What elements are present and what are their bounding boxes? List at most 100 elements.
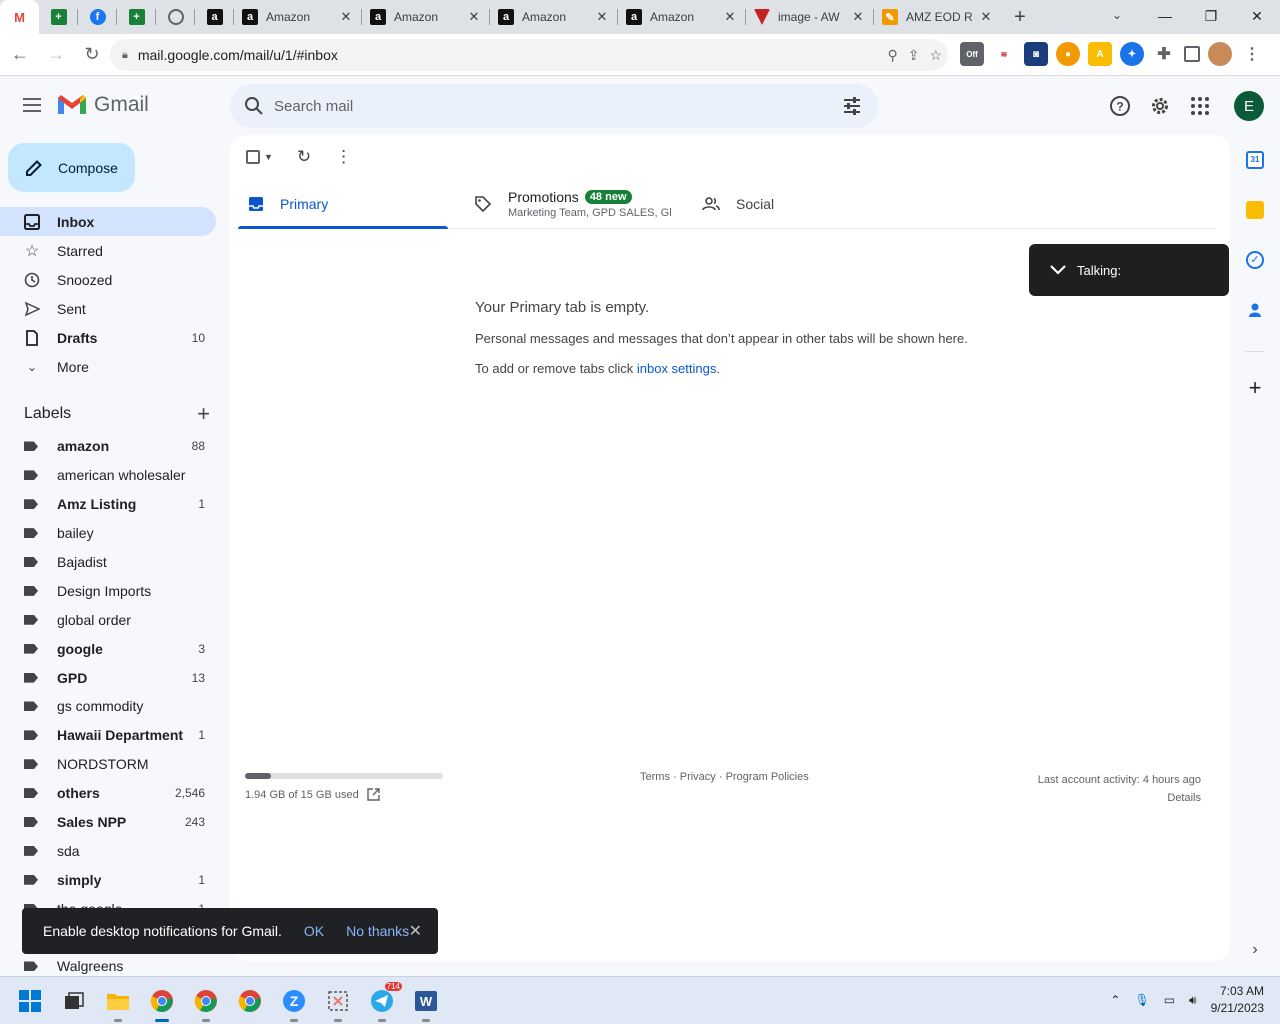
tab-amazon-2[interactable]: a Amazon ✕ (362, 0, 490, 34)
tab-globe[interactable] (156, 0, 195, 34)
back-button[interactable]: ← (4, 39, 36, 71)
label-item[interactable]: Sales NPP 243 (0, 808, 216, 837)
toast-no-thanks-button[interactable]: No thanks (346, 923, 409, 939)
terms-link[interactable]: Terms (640, 771, 670, 783)
telegram-icon[interactable]: 714 (366, 982, 402, 1022)
toast-ok-button[interactable]: OK (304, 923, 324, 939)
volume-icon[interactable]: 🔊︎ (1189, 993, 1197, 1008)
compose-button[interactable]: Compose (8, 143, 135, 192)
toast-close-icon[interactable]: ✕ (409, 921, 422, 941)
reload-button[interactable]: ↻ (76, 39, 108, 71)
tab-close-icon[interactable]: ✕ (594, 9, 610, 25)
microphone-icon[interactable]: 🎙︎ (1134, 993, 1149, 1007)
sidebar-item-snoozed[interactable]: Snoozed (0, 265, 216, 294)
tab-facebook[interactable]: f (78, 0, 117, 34)
apps-grid-icon[interactable] (1188, 94, 1212, 118)
zoom-app-icon[interactable]: Z (278, 985, 310, 1022)
network-icon[interactable]: ▭ (1164, 993, 1175, 1007)
new-tab-button[interactable]: + (1002, 0, 1038, 34)
close-window-button[interactable]: ✕ (1234, 0, 1280, 34)
label-item[interactable]: Bajadist (0, 548, 216, 577)
tab-close-icon[interactable]: ✕ (850, 9, 866, 25)
tab-close-icon[interactable]: ✕ (466, 9, 482, 25)
calendar-icon[interactable]: 31 (1246, 151, 1264, 169)
system-clock[interactable]: 7:03 AM 9/21/2023 (1211, 983, 1264, 1017)
restore-button[interactable]: ❐ (1188, 0, 1234, 34)
sidebar-item-more[interactable]: ⌄ More (0, 352, 216, 381)
label-item[interactable]: american wholesaler (0, 461, 216, 490)
keep-icon[interactable] (1246, 201, 1264, 219)
label-item[interactable]: sda (0, 836, 216, 865)
tab-close-icon[interactable]: ✕ (722, 9, 738, 25)
label-item[interactable]: Hawaii Department 1 (0, 721, 216, 750)
select-all-checkbox[interactable] (246, 150, 260, 164)
main-menu-icon[interactable] (18, 91, 46, 119)
label-item[interactable]: GPD 13 (0, 663, 216, 692)
tab-amazon-pinned[interactable]: a (195, 0, 234, 34)
search-bar[interactable] (230, 84, 878, 128)
tab-close-icon[interactable]: ✕ (978, 9, 994, 25)
extension-off-icon[interactable]: Off (960, 42, 984, 66)
tab-amazon-4[interactable]: a Amazon ✕ (618, 0, 746, 34)
task-view-icon[interactable] (58, 985, 90, 1017)
search-options-icon[interactable] (842, 96, 862, 116)
tab-amz-eod[interactable]: ✎ AMZ EOD R ✕ (874, 0, 1002, 34)
chrome-menu-icon[interactable]: ⋮ (1240, 42, 1264, 66)
chrome-taskbar-icon-3[interactable] (234, 985, 266, 1017)
create-label-plus-icon[interactable]: + (197, 403, 210, 425)
label-item[interactable]: others 2,546 (0, 779, 216, 808)
windows-start-icon[interactable] (14, 985, 46, 1017)
sidebar-item-starred[interactable]: ☆ Starred (0, 236, 216, 265)
tab-social[interactable]: Social (676, 179, 876, 228)
sidebar-item-drafts[interactable]: Drafts 10 (0, 323, 216, 352)
expand-chevron-icon[interactable]: › (1246, 941, 1264, 959)
details-link[interactable]: Details (1038, 789, 1201, 807)
chevron-down-icon[interactable] (1049, 264, 1067, 276)
extension-blue-icon[interactable]: ✦ (1120, 42, 1144, 66)
search-input[interactable] (274, 97, 814, 115)
extension-sale-icon[interactable]: ≋ (992, 42, 1016, 66)
label-item[interactable]: amazon 88 (0, 432, 216, 461)
extension-keepa-icon[interactable]: ◙ (1024, 42, 1048, 66)
label-item[interactable]: bailey (0, 519, 216, 548)
contacts-icon[interactable] (1246, 301, 1264, 319)
talking-indicator[interactable]: Talking: (1029, 244, 1229, 296)
label-item[interactable]: NORDSTORM (0, 750, 216, 779)
extension-orange-icon[interactable]: ● (1056, 42, 1080, 66)
select-dropdown-chevron-icon[interactable]: ▼ (264, 152, 273, 162)
file-explorer-icon[interactable] (102, 985, 134, 1022)
search-icon[interactable] (244, 96, 264, 116)
sidebar-item-inbox[interactable]: Inbox (0, 207, 216, 236)
label-item[interactable]: Walgreens (0, 952, 216, 975)
tab-sheets-1[interactable]: + (39, 0, 78, 34)
program-policies-link[interactable]: Program Policies (726, 771, 809, 783)
tasks-icon[interactable]: ✓ (1246, 251, 1264, 269)
gmail-logo[interactable]: Gmail (58, 93, 149, 117)
tab-primary[interactable]: Primary (238, 179, 448, 229)
snipping-tool-icon[interactable] (322, 985, 354, 1022)
account-avatar[interactable]: E (1234, 91, 1264, 121)
tab-gmail[interactable]: M (0, 0, 39, 34)
label-item[interactable]: Design Imports (0, 576, 216, 605)
open-external-icon[interactable] (367, 788, 380, 801)
sidebar-item-sent[interactable]: Sent (0, 294, 216, 323)
tab-promotions[interactable]: Promotions 48 new Marketing Team, GPD SA… (448, 179, 676, 228)
chrome-taskbar-icon-2[interactable] (190, 985, 222, 1022)
minimize-button[interactable]: — (1142, 0, 1188, 34)
tab-sheets-2[interactable]: + (117, 0, 156, 34)
inbox-settings-link[interactable]: inbox settings (637, 361, 717, 376)
privacy-link[interactable]: Privacy (680, 771, 716, 783)
label-item[interactable]: Amz Listing 1 (0, 490, 216, 519)
settings-gear-icon[interactable] (1148, 94, 1172, 118)
refresh-icon[interactable]: ↻ (297, 147, 311, 167)
tab-amazon-3[interactable]: a Amazon ✕ (490, 0, 618, 34)
tab-close-icon[interactable]: ✕ (338, 9, 354, 25)
tray-chevron-up-icon[interactable]: ⌃ (1110, 993, 1120, 1007)
label-item[interactable]: google 3 (0, 634, 216, 663)
profile-avatar[interactable] (1208, 42, 1232, 66)
tab-search-chevron-icon[interactable]: ⌄ (1102, 0, 1132, 30)
tab-amazon-1[interactable]: a Amazon ✕ (234, 0, 362, 34)
bookmark-star-icon[interactable]: ☆ (929, 47, 942, 64)
extensions-puzzle-icon[interactable]: ✚ (1152, 42, 1176, 66)
extension-scout-icon[interactable]: A (1088, 42, 1112, 66)
